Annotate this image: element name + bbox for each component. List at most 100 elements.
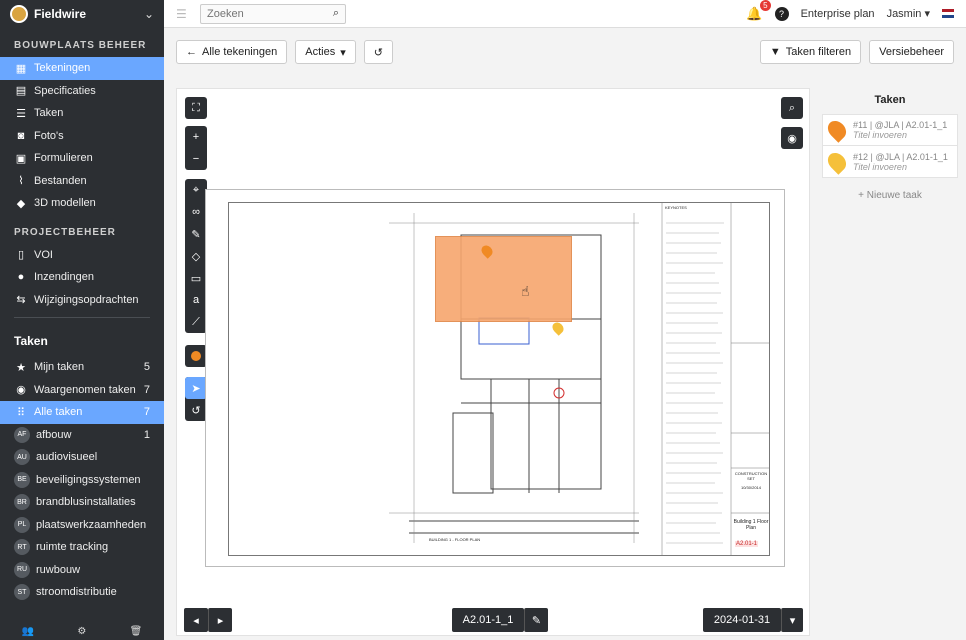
tasks-section-title: Taken (14, 334, 48, 348)
text-icon[interactable]: a (185, 289, 207, 311)
back-to-drawings-button[interactable]: ← Alle tekeningen (176, 40, 288, 64)
sidebar-group-item[interactable]: AU audiovisueel (0, 446, 164, 469)
fullscreen-tool: ⛶ (185, 97, 207, 119)
list-icon: ☰ (16, 107, 26, 120)
section-title-project: PROJECTBEHEER (14, 226, 116, 238)
sidebar-item-forms[interactable]: ▣ Formulieren (0, 147, 164, 170)
caret-down-icon: ▾ (924, 8, 930, 20)
color-dot-icon (191, 351, 201, 361)
filter-tasks-button[interactable]: ▼ Taken filteren (759, 40, 862, 64)
tasks-panel-title: Taken (874, 94, 906, 106)
undo-icon[interactable]: ↺ (185, 399, 207, 421)
shapes-icon[interactable]: ◇ (185, 245, 207, 267)
pin-icon[interactable]: ⌖ (185, 179, 207, 201)
sidebar-item-files[interactable]: ⌇ Bestanden (0, 170, 164, 193)
swap-icon: ⇆ (16, 294, 26, 307)
task-card[interactable]: #12 | @JLA | A2.01-1_1 Titel invoeren (822, 146, 958, 178)
search-input[interactable] (207, 7, 333, 20)
markup-area[interactable] (435, 236, 572, 322)
ruler-icon[interactable]: ⟋ (185, 311, 207, 333)
sidebar-group-item[interactable]: BE beveiligingssystemen (0, 469, 164, 492)
cursor-icon[interactable]: ➤ (185, 377, 207, 399)
sidebar-group-item[interactable]: ST stroomdistributie (0, 581, 164, 604)
fullscreen-icon[interactable]: ⛶ (185, 97, 207, 119)
grid-icon: ⠿ (16, 406, 26, 419)
sidebar-item-change-orders[interactable]: ⇆ Wijzigingsopdrachten (0, 289, 164, 312)
history-button[interactable]: ↺ (363, 40, 393, 64)
prev-sheet-button[interactable]: ◂ (184, 608, 208, 632)
search-box[interactable]: ⌕ (200, 3, 346, 24)
version-dropdown[interactable]: ▾ (781, 608, 803, 632)
help-icon[interactable]: ? (774, 6, 789, 21)
drawing-icon: ▦ (15, 62, 27, 75)
sheet-number-label: A2.01-1 (735, 541, 759, 547)
task-meta: #12 | @JLA | A2.01-1_1 (853, 151, 948, 162)
user-icon: ● (17, 271, 25, 284)
sidebar-divider (14, 317, 150, 318)
version-control-button[interactable]: Versiebeheer (869, 40, 954, 64)
notifications-bell[interactable]: 🔔 5 (746, 0, 771, 22)
edit-sheet-button[interactable]: ✎ (524, 608, 548, 632)
sidebar-item-specs[interactable]: ▤ Specificaties (0, 80, 164, 103)
version-date[interactable]: 2024-01-31 (703, 608, 781, 632)
star-icon: ★ (16, 361, 26, 374)
sidebar-item-my-tasks[interactable]: ★ Mijn taken 5 (0, 356, 164, 379)
user-menu[interactable]: Jasmin ▾ (887, 7, 930, 20)
new-task-button[interactable]: + Nieuwe taak (822, 190, 958, 201)
chevron-down-icon[interactable]: ⌄ (144, 7, 154, 21)
visibility-eye-icon[interactable]: ◉ (781, 127, 803, 149)
task-pin-icon (824, 148, 850, 175)
drawing-viewer[interactable]: ⛶ + − ⌖ ∞ ✎ ◇ ▭ a ⟋ ➤ ↺ ⌕ ◉ KEYNOTES CON… (176, 88, 810, 636)
sheet-title-label: Building 1 Floor Plan (733, 519, 769, 531)
pen-icon[interactable]: ✎ (185, 223, 207, 245)
search-drawing-icon[interactable]: ⌕ (781, 97, 803, 119)
sidebar-item-watched-tasks[interactable]: ◉ Waargenomen taken 7 (0, 379, 164, 402)
sidebar-group-item[interactable]: AF afbouw 1 (0, 424, 164, 447)
sidebar-group-item[interactable]: PL plaatswerkzaamheden (0, 514, 164, 537)
sidebar-item-photos[interactable]: ◙ Foto's (0, 125, 164, 148)
search-icon[interactable]: ⌕ (333, 7, 339, 20)
markup-tools: ⌖ ∞ ✎ ◇ ▭ a ⟋ (185, 179, 207, 333)
caret-down-icon: ▾ (789, 614, 796, 627)
paperclip-icon: ⌇ (18, 175, 24, 188)
color-picker[interactable] (185, 345, 207, 367)
menu-icon[interactable]: ☰ (176, 7, 190, 21)
next-sheet-button[interactable]: ▸ (208, 608, 232, 632)
task-card[interactable]: #11 | @JLA | A2.01-1_1 Titel invoeren (822, 114, 958, 146)
color-tool (185, 345, 207, 367)
sidebar-group-item[interactable]: BR brandblusinstallaties (0, 491, 164, 514)
eye-icon: ◉ (16, 384, 26, 397)
filter-icon: ▼ (769, 46, 781, 58)
sidebar-group-item[interactable]: RT ruimte tracking (0, 536, 164, 559)
sidebar-item-submittals[interactable]: ● Inzendingen (0, 266, 164, 289)
history-icon: ↺ (373, 46, 383, 59)
sidebar-item-drawings[interactable]: ▦ Tekeningen (0, 57, 164, 80)
zoom-in-icon[interactable]: + (185, 126, 207, 148)
language-flag-icon[interactable] (942, 9, 954, 18)
link-icon[interactable]: ∞ (185, 201, 207, 223)
sidebar-item-3d[interactable]: ◆ 3D modellen (0, 192, 164, 215)
plan-link[interactable]: Enterprise plan (801, 8, 875, 20)
gear-icon[interactable]: ⚙ (77, 626, 86, 640)
sidebar-item-voi[interactable]: ▯ VOI (0, 244, 164, 267)
sidebar-item-all-tasks[interactable]: ⠿ Alle taken 7 (0, 401, 164, 424)
select-tools: ➤ ↺ (185, 377, 207, 421)
people-icon[interactable]: 👥 (22, 626, 34, 640)
sidebar-item-tasks[interactable]: ☰ Taken (0, 102, 164, 125)
zoom-out-icon[interactable]: − (185, 148, 207, 170)
caret-left-icon: ◂ (193, 614, 199, 627)
sidebar: Fieldwire ⌄ BOUWPLAATS BEHEER ▦ Tekeninge… (0, 0, 164, 640)
caret-down-icon: ▾ (340, 46, 346, 59)
document-icon: ▯ (17, 249, 25, 262)
sheet-name[interactable]: A2.01-1_1 (452, 608, 524, 632)
sidebar-group-item[interactable]: RU ruwbouw (0, 559, 164, 582)
toolbox-icon[interactable]: ▭ (185, 267, 207, 289)
actions-dropdown[interactable]: Acties ▾ (295, 40, 356, 64)
tasks-panel: Taken #11 | @JLA | A2.01-1_1 Titel invoe… (822, 88, 958, 201)
project-logo-icon (10, 5, 28, 23)
zoom-controls: + − (185, 126, 207, 170)
section-title-site: BOUWPLAATS BEHEER (14, 40, 147, 51)
project-switcher[interactable]: Fieldwire ⌄ (0, 0, 164, 28)
trash-icon[interactable]: 🗑 (130, 626, 143, 640)
hand-cursor-icon: ☝ (521, 283, 530, 299)
